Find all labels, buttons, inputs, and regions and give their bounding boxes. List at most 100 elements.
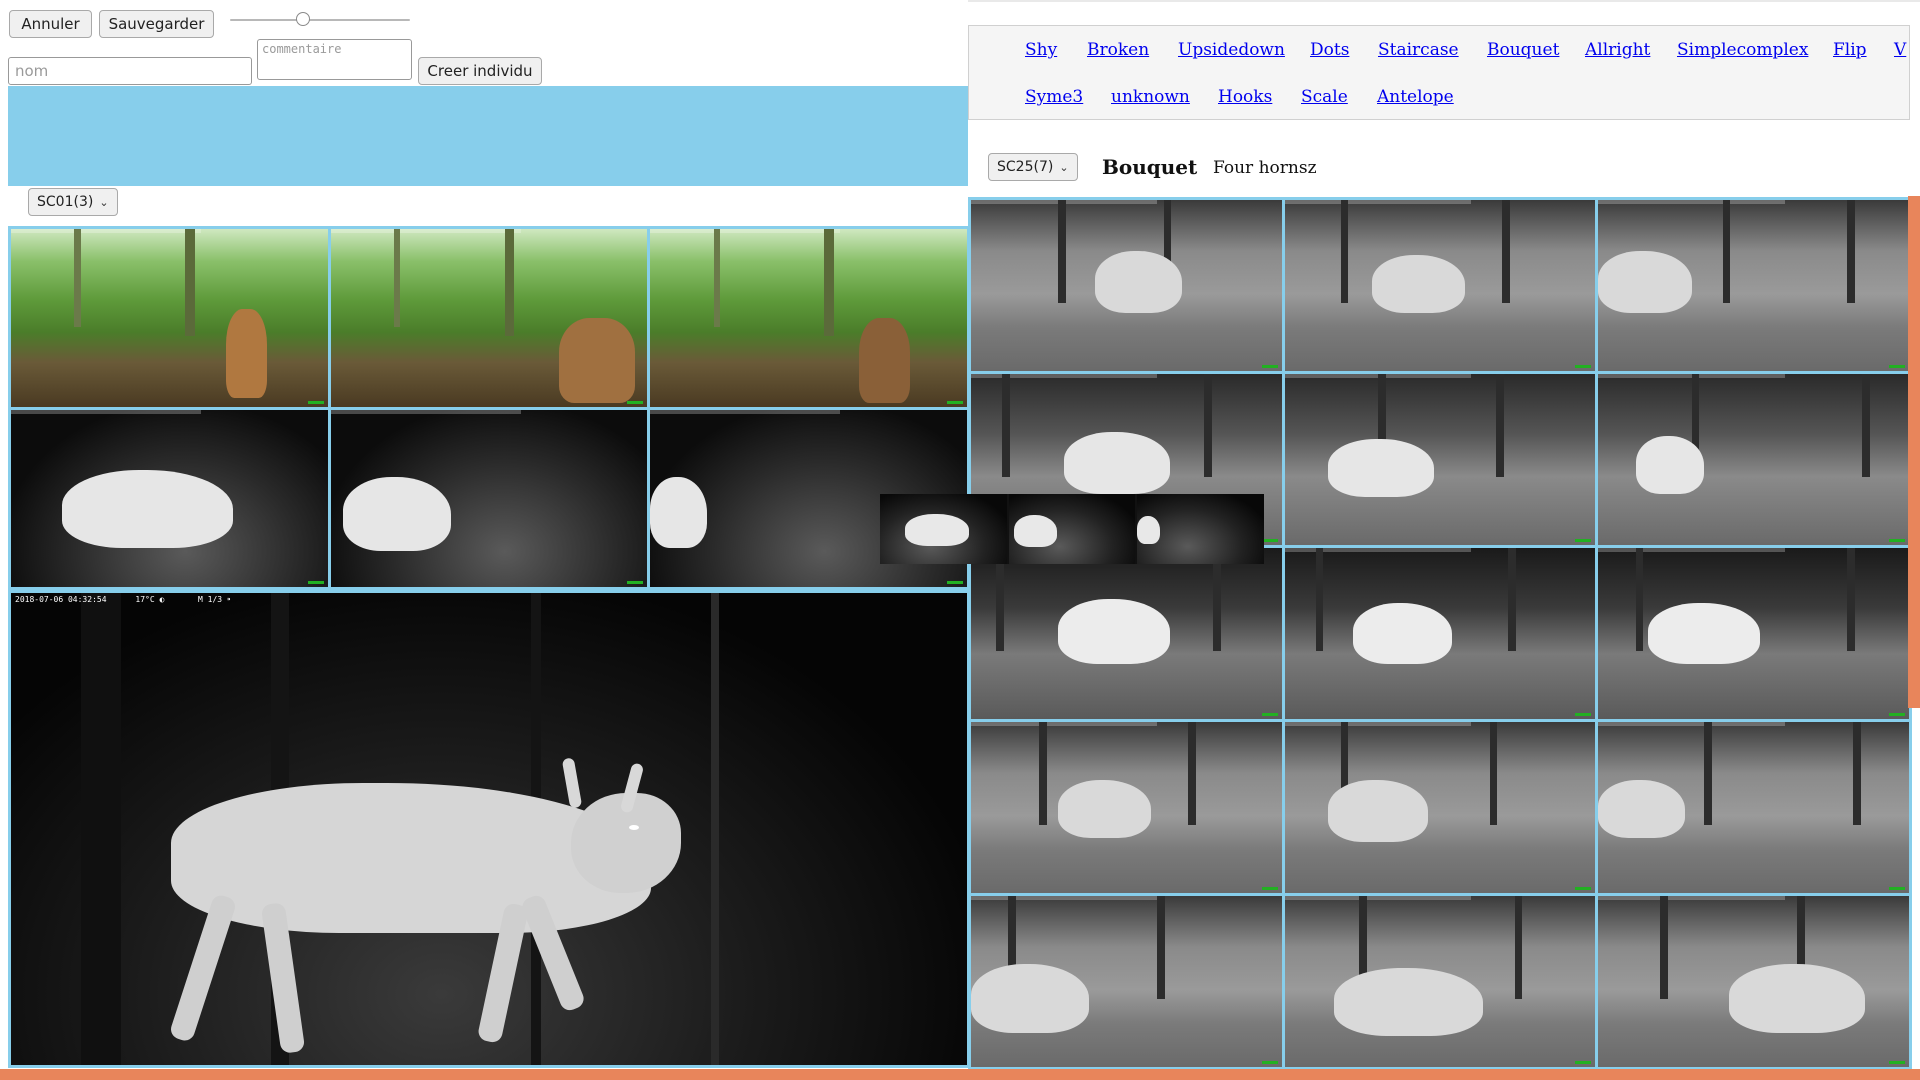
individual-link[interactable]: Syme3 xyxy=(1025,87,1083,107)
camera-badge xyxy=(1888,1061,1905,1064)
individual-link[interactable]: V xyxy=(1894,40,1906,60)
photo-thumbnail[interactable] xyxy=(971,200,1282,371)
photo-thumbnail[interactable] xyxy=(1284,548,1596,719)
photo-timestamp xyxy=(11,229,201,233)
tree-shape xyxy=(713,229,720,327)
left-thumbnail-grid xyxy=(8,226,970,590)
tree-shape xyxy=(1039,722,1048,825)
photo-thumbnail[interactable] xyxy=(330,229,648,407)
photo-thumbnail[interactable] xyxy=(1598,896,1909,1067)
camera-badge xyxy=(307,581,324,584)
drop-zone[interactable] xyxy=(8,86,968,186)
slider-thumb[interactable] xyxy=(296,12,311,26)
tree-shape xyxy=(1846,548,1855,651)
individual-link[interactable]: Dots xyxy=(1310,40,1349,60)
photo-thumbnail[interactable] xyxy=(650,229,967,407)
photo-thumbnail[interactable] xyxy=(11,229,328,407)
name-input[interactable] xyxy=(8,57,252,85)
photo-timestamp xyxy=(971,722,1158,726)
individual-link[interactable]: Flip xyxy=(1833,40,1867,60)
tree-shape xyxy=(1489,722,1498,825)
camera-badge xyxy=(1888,539,1905,542)
tree-shape xyxy=(504,229,515,336)
individual-link[interactable]: Antelope xyxy=(1377,87,1454,107)
photo-timestamp xyxy=(1598,200,1785,204)
photo-thumbnail[interactable] xyxy=(1284,374,1596,545)
individual-link[interactable]: Staircase xyxy=(1378,40,1459,60)
camera-badge xyxy=(1575,1061,1592,1064)
camera-badge xyxy=(1575,713,1592,716)
deer-shape xyxy=(905,513,969,546)
deer-shape xyxy=(1598,251,1692,313)
tree-shape xyxy=(1057,200,1066,303)
photo-timestamp xyxy=(11,409,201,414)
cancel-button[interactable]: Annuler xyxy=(9,10,92,38)
photo-thumbnail[interactable] xyxy=(971,722,1282,893)
comment-textarea[interactable] xyxy=(257,39,412,80)
photo-thumbnail[interactable] xyxy=(1598,722,1909,893)
photo-timestamp xyxy=(1598,896,1785,900)
photo-thumbnail[interactable] xyxy=(971,896,1282,1067)
individual-link[interactable]: Broken xyxy=(1087,40,1149,60)
deer-shape xyxy=(859,317,910,403)
right-sequence-select[interactable]: SC25(7) ⌄ xyxy=(988,153,1078,181)
create-individual-button[interactable]: Creer individu xyxy=(418,57,542,85)
deer-shape xyxy=(971,964,1090,1033)
photo-thumbnail[interactable] xyxy=(330,409,648,587)
resize-edge[interactable] xyxy=(1908,196,1920,708)
tree-shape xyxy=(711,593,719,1065)
camera-badge xyxy=(1261,713,1278,716)
individual-link[interactable]: Hooks xyxy=(1218,87,1272,107)
tree-shape xyxy=(1853,722,1861,825)
individual-link[interactable]: Simplecomplex xyxy=(1677,40,1808,60)
photo-thumbnail[interactable] xyxy=(971,548,1282,719)
camera-badge xyxy=(1575,539,1592,542)
deer-shape xyxy=(61,469,233,548)
tree-shape xyxy=(74,229,81,327)
photo-timestamp xyxy=(650,229,841,233)
eye-reflection xyxy=(629,825,639,830)
enlarged-photo[interactable]: 2018-07-06 04:32:54 17°C ◐ M 1/3 ⁍ xyxy=(8,590,970,1068)
photo-thumbnail[interactable] xyxy=(1598,374,1909,545)
individual-link[interactable]: Shy xyxy=(1025,40,1057,60)
photo-thumbnail[interactable] xyxy=(1598,548,1909,719)
tree-shape xyxy=(1002,374,1010,477)
camera-badge xyxy=(1261,1061,1278,1064)
tree-shape xyxy=(1157,896,1166,999)
save-button[interactable]: Sauvegarder xyxy=(99,10,214,38)
photo-thumbnail[interactable] xyxy=(1284,896,1596,1067)
preview-thumbnail[interactable] xyxy=(1008,494,1136,564)
selected-individual-name: Bouquet xyxy=(1102,155,1198,179)
deer-shape xyxy=(1328,780,1428,842)
chevron-down-icon: ⌄ xyxy=(1059,160,1069,174)
photo-thumbnail[interactable] xyxy=(11,409,328,587)
individual-link[interactable]: Upsidedown xyxy=(1178,40,1285,60)
zoom-slider[interactable] xyxy=(230,12,410,28)
photo-timestamp xyxy=(1598,548,1785,552)
tree-shape xyxy=(1203,374,1212,477)
individual-link[interactable]: Scale xyxy=(1301,87,1348,107)
photo-timestamp xyxy=(1284,200,1472,204)
individual-link[interactable]: Bouquet xyxy=(1487,40,1559,60)
deer-shape xyxy=(1353,602,1453,665)
photo-timestamp xyxy=(971,374,1158,378)
tree-shape xyxy=(824,229,834,336)
preview-thumbnail[interactable] xyxy=(880,494,1007,564)
photo-thumbnail[interactable] xyxy=(1284,200,1596,371)
camera-badge xyxy=(627,400,644,404)
deer-shape xyxy=(1057,599,1170,665)
slider-track xyxy=(230,19,410,21)
tree-shape xyxy=(1495,374,1504,477)
individual-link[interactable]: unknown xyxy=(1111,87,1190,107)
tree-shape xyxy=(1188,722,1197,825)
left-sequence-select[interactable]: SC01(3) ⌄ xyxy=(28,188,118,216)
individual-link[interactable]: Allright xyxy=(1585,40,1650,60)
photo-timestamp xyxy=(1284,896,1472,900)
preview-thumbnail[interactable] xyxy=(1137,494,1265,564)
floating-preview-strip[interactable] xyxy=(880,494,1265,564)
tree-shape xyxy=(1340,200,1349,303)
photo-thumbnail[interactable] xyxy=(1598,200,1909,371)
photo-thumbnail[interactable] xyxy=(1284,722,1596,893)
camera-badge xyxy=(1575,365,1592,368)
deer-shape xyxy=(1013,515,1057,548)
